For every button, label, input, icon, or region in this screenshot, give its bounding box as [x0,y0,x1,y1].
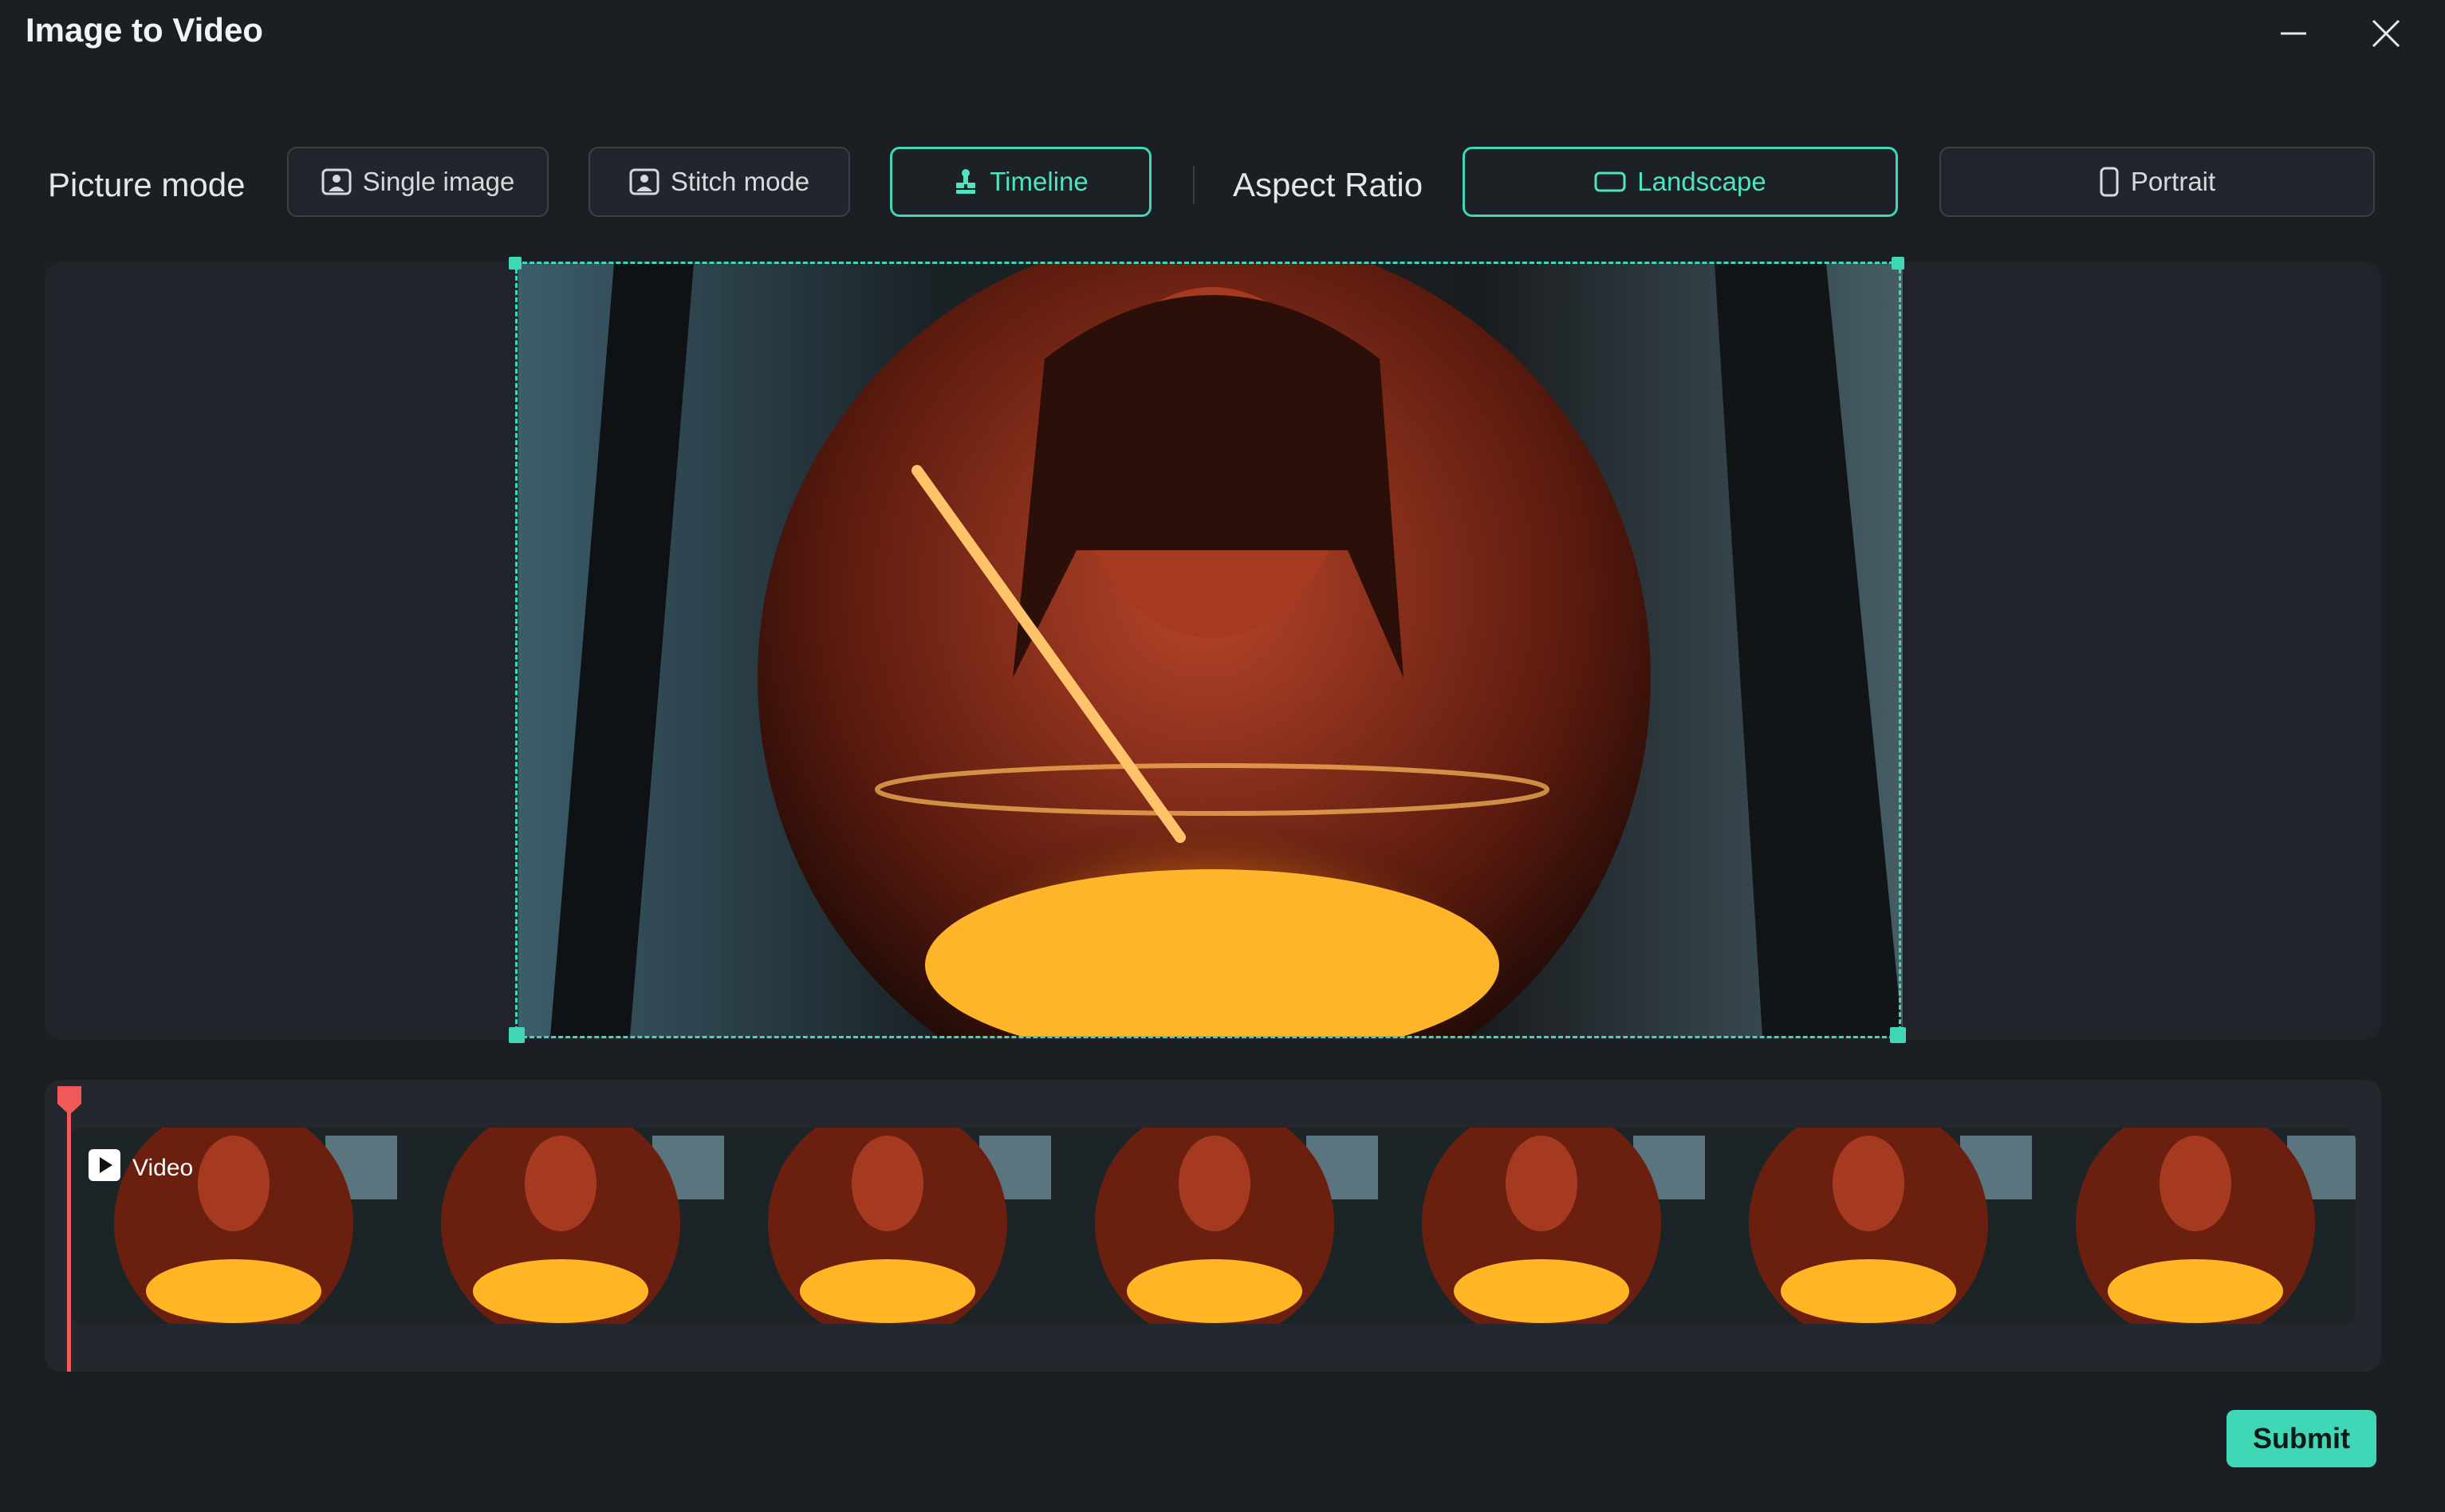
clip-thumbnail [1051,1128,1378,1324]
play-icon [88,1148,121,1188]
close-button[interactable] [2364,11,2408,56]
preview-image [518,263,1903,1037]
portrait-frame-icon [629,168,659,195]
clip-thumbnail [1378,1128,1705,1324]
mode-bar: Picture mode Single image Stitch mode Ti… [0,145,2445,222]
playhead[interactable] [67,1101,71,1372]
portrait-frame-icon [321,168,352,195]
crop-handle-top-right[interactable] [1892,257,1904,270]
clip-thumbnail [1705,1128,2032,1324]
landscape-icon [1594,171,1626,192]
timeline-icon [953,168,978,195]
minimize-icon [2281,32,2306,35]
clip-label: Video [88,1148,193,1188]
stitch-mode-label: Stitch mode [670,167,810,196]
crop-handle-bottom-right[interactable] [1890,1027,1906,1043]
clip-label-text: Video [132,1155,194,1181]
stitch-mode-button[interactable]: Stitch mode [589,147,850,217]
clip-thumbnail [2032,1128,2356,1324]
title-bar: Image to Video [0,0,2445,67]
single-image-label: Single image [362,167,515,196]
minimize-button[interactable] [2271,11,2316,56]
timeline-label: Timeline [990,167,1089,196]
single-image-button[interactable]: Single image [287,147,549,217]
submit-button[interactable]: Submit [2226,1410,2376,1467]
landscape-label: Landscape [1637,167,1766,196]
clip-thumbnail [397,1128,724,1324]
aspect-ratio-label: Aspect Ratio [1233,166,1423,203]
crop-handle-top-left[interactable] [509,257,522,270]
clip-thumbnail [724,1128,1051,1324]
portrait-icon [2099,167,2120,197]
playhead-handle[interactable] [54,1085,85,1120]
close-icon [2372,19,2400,48]
divider [1193,166,1195,204]
landscape-button[interactable]: Landscape [1463,147,1898,217]
window-title: Image to Video [26,11,263,49]
video-clip[interactable] [70,1128,2356,1324]
portrait-label: Portrait [2130,167,2216,196]
picture-mode-label: Picture mode [48,166,246,203]
portrait-button[interactable]: Portrait [1939,147,2375,217]
timeline-button[interactable]: Timeline [890,147,1152,217]
crop-handle-bottom-left[interactable] [509,1027,525,1043]
